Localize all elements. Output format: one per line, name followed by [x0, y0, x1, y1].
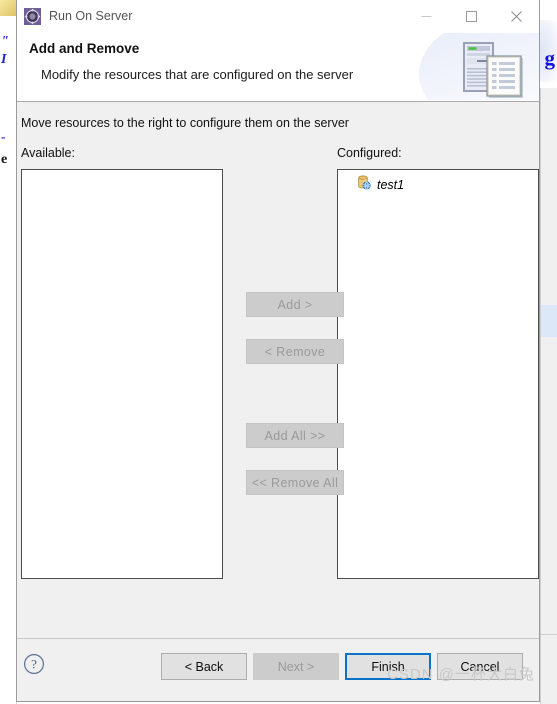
instruction-text: Move resources to the right to configure… — [21, 116, 349, 130]
backdrop-code-fragment: - — [1, 130, 6, 145]
dialog-title: Run On Server — [49, 9, 133, 23]
minimize-icon[interactable] — [404, 0, 449, 32]
backdrop-right-glyph: g — [544, 46, 556, 70]
backdrop-right-top: g — [540, 0, 557, 88]
add-button[interactable]: Add > — [246, 292, 344, 317]
page-subtitle: Modify the resources that are configured… — [41, 67, 354, 82]
remove-button[interactable]: < Remove — [246, 339, 344, 364]
backdrop-right-divider — [540, 634, 557, 635]
run-on-server-icon — [23, 7, 41, 25]
configured-label: Configured: — [337, 146, 402, 160]
help-question-icon[interactable]: ? — [23, 653, 45, 675]
backdrop-code-fragment: " — [1, 34, 9, 49]
svg-text:?: ? — [31, 656, 37, 671]
cancel-button[interactable]: Cancel — [437, 653, 523, 680]
page-title: Add and Remove — [29, 41, 140, 56]
next-button[interactable]: Next > — [253, 653, 339, 680]
backdrop-right-panel — [540, 88, 557, 704]
run-on-server-dialog: Run On Server Add and Remove Modify the … — [16, 0, 540, 702]
dialog-header: Add and Remove Modify the resources that… — [17, 33, 539, 102]
backdrop-right-selection — [541, 305, 557, 337]
window-controls — [404, 0, 539, 32]
dialog-footer: ? < Back Next > Finish Cancel CSDN @一杯大白… — [17, 638, 539, 701]
backdrop-code-fragment: e — [1, 152, 8, 167]
remove-all-button[interactable]: << Remove All — [246, 470, 344, 495]
server-and-document-icon — [415, 33, 539, 100]
dialog-content: Move resources to the right to configure… — [17, 102, 539, 638]
dialog-titlebar[interactable]: Run On Server — [17, 0, 539, 33]
close-icon[interactable] — [494, 0, 539, 32]
web-module-icon — [356, 175, 371, 195]
list-item-label: test1 — [377, 178, 405, 192]
back-button[interactable]: < Back — [161, 653, 247, 680]
available-label: Available: — [21, 146, 75, 160]
backdrop-left-editor-strip: " I - e — [0, 0, 17, 704]
configured-resources-list[interactable]: test1 — [337, 169, 539, 579]
add-all-button[interactable]: Add All >> — [246, 423, 344, 448]
list-item[interactable]: test1 — [338, 175, 538, 195]
finish-button[interactable]: Finish — [345, 653, 431, 680]
backdrop-code-fragment: I — [1, 52, 7, 67]
maximize-icon[interactable] — [449, 0, 494, 32]
available-resources-list[interactable] — [21, 169, 223, 579]
backdrop-editor-tab-icon — [0, 0, 16, 16]
